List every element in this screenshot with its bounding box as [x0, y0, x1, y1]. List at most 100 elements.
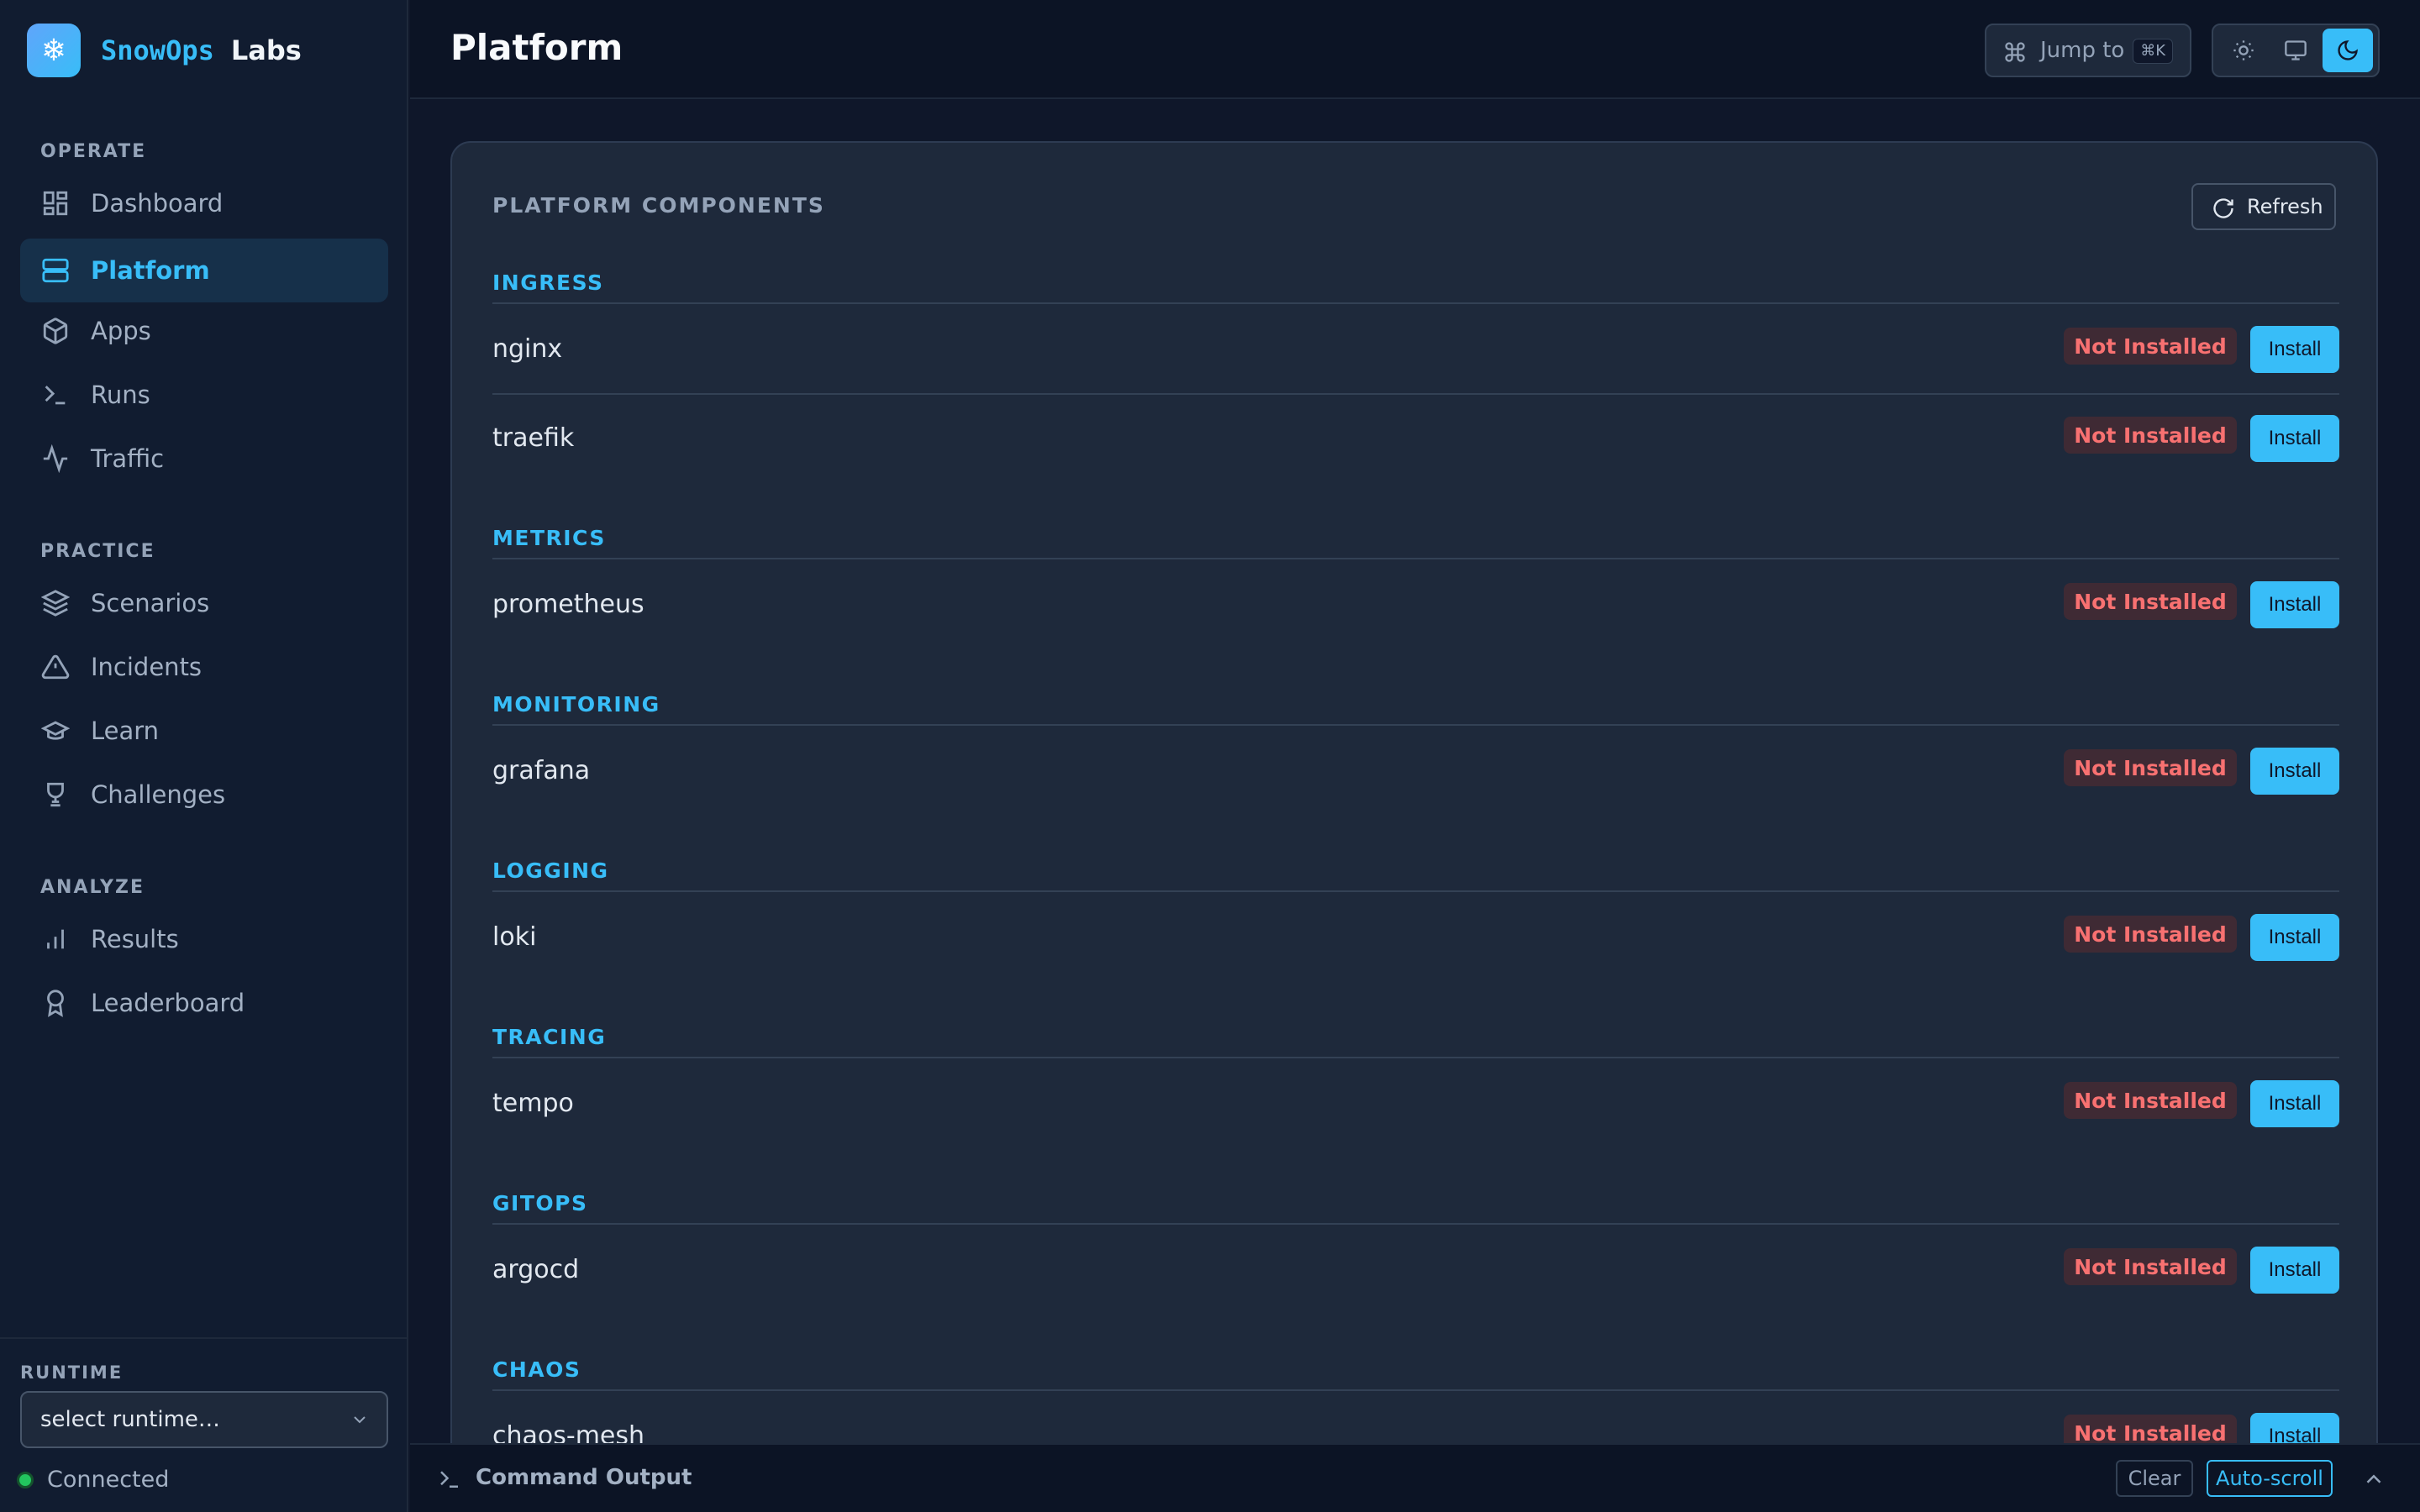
component-name: grafana: [492, 756, 591, 785]
sun-icon: [2233, 40, 2254, 60]
install-button[interactable]: Install: [2250, 415, 2339, 462]
status-badge: Not Installed: [2064, 916, 2237, 953]
status-dot-icon: [17, 1471, 34, 1488]
component-row-loki: loki Not Installed Install: [492, 894, 2339, 983]
sidebar-item-traffic[interactable]: Traffic: [20, 427, 388, 491]
sidebar-item-results[interactable]: Results: [20, 907, 388, 971]
sidebar-item-challenges[interactable]: Challenges: [20, 763, 388, 827]
component-name: argocd: [492, 1255, 580, 1284]
sidebar-item-label: Leaderboard: [91, 989, 245, 1017]
jump-to-button[interactable]: Jump to ⌘K: [1985, 24, 2191, 77]
alert-triangle-icon: [40, 652, 71, 682]
runtime-label: RUNTIME: [20, 1362, 124, 1383]
theme-switcher: [2212, 24, 2380, 77]
status-badge: Not Installed: [2064, 1082, 2237, 1119]
component-name: traefik: [492, 423, 575, 453]
sidebar-item-label: Traffic: [91, 444, 165, 473]
runtime-panel: RUNTIME select runtime… Connected: [0, 1337, 408, 1512]
jump-to-shortcut: ⌘K: [2133, 39, 2173, 64]
graduation-cap-icon: [40, 716, 71, 746]
sidebar-item-platform[interactable]: Platform: [20, 239, 388, 302]
brand-sub: Labs: [230, 34, 302, 66]
runtime-select-value: select runtime…: [40, 1407, 220, 1432]
install-button[interactable]: Install: [2250, 581, 2339, 628]
monitor-icon: [2285, 40, 2307, 60]
install-button[interactable]: Install: [2250, 748, 2339, 795]
connection-status: Connected: [17, 1467, 169, 1493]
group-header-tracing: TRACING: [492, 1025, 2339, 1058]
app-root: ❄ SnowOps Labs OPERATE Dashboard Platfor…: [0, 0, 2420, 1512]
sidebar-item-learn[interactable]: Learn: [20, 699, 388, 763]
component-row-tempo: tempo Not Installed Install: [492, 1060, 2339, 1149]
status-badge: Not Installed: [2064, 1248, 2237, 1285]
install-button[interactable]: Install: [2250, 326, 2339, 373]
component-name: tempo: [492, 1089, 574, 1118]
terminal-icon: [440, 1471, 458, 1488]
sidebar-item-dashboard[interactable]: Dashboard: [20, 171, 388, 235]
group-header-logging: LOGGING: [492, 858, 2339, 892]
group-header-chaos: CHAOS: [492, 1357, 2339, 1391]
theme-dark-button[interactable]: [2323, 29, 2373, 72]
sidebar-item-label: Runs: [91, 381, 150, 409]
package-icon: [40, 316, 71, 346]
refresh-icon: [2213, 198, 2233, 218]
auto-scroll-toggle[interactable]: Auto-scroll: [2207, 1460, 2333, 1497]
terminal-icon: [40, 380, 71, 410]
component-name: loki: [492, 922, 537, 952]
clear-button[interactable]: Clear: [2116, 1460, 2193, 1497]
refresh-button[interactable]: Refresh: [2191, 183, 2336, 230]
group-header-monitoring: MONITORING: [492, 692, 2339, 726]
sidebar-item-label: Learn: [91, 717, 160, 745]
component-row-chaos-mesh: chaos-mesh Not Installed Install: [492, 1393, 2339, 1443]
group-header-ingress: INGRESS: [492, 270, 2339, 304]
status-badge: Not Installed: [2064, 417, 2237, 454]
sidebar-item-incidents[interactable]: Incidents: [20, 635, 388, 699]
dashboard-icon: [40, 188, 71, 218]
sidebar-item-apps[interactable]: Apps: [20, 299, 388, 363]
runtime-select[interactable]: select runtime…: [20, 1391, 388, 1448]
section-label-operate: OPERATE: [40, 141, 147, 162]
activity-icon: [40, 444, 71, 474]
theme-system-button[interactable]: [2270, 29, 2321, 72]
sidebar-item-leaderboard[interactable]: Leaderboard: [20, 971, 388, 1035]
section-label-analyze: ANALYZE: [40, 877, 145, 898]
chevron-up-icon[interactable]: [2361, 1467, 2386, 1492]
snowflake-logo-icon: ❄: [27, 24, 81, 77]
component-row-traefik: traefik Not Installed Install: [492, 395, 2339, 484]
layers-icon: [40, 588, 71, 618]
status-badge: Not Installed: [2064, 749, 2237, 786]
component-name: nginx: [492, 334, 563, 364]
sidebar: ❄ SnowOps Labs OPERATE Dashboard Platfor…: [0, 0, 408, 1512]
chevron-down-icon: [354, 1416, 366, 1424]
sidebar-item-label: Results: [91, 925, 179, 953]
page-title: Platform: [450, 27, 623, 68]
status-badge: Not Installed: [2064, 583, 2237, 620]
platform-components-card: PLATFORM COMPONENTS Refresh INGRESS ngin…: [450, 141, 2378, 1443]
top-header: Platform Jump to ⌘K: [410, 0, 2420, 99]
status-badge: Not Installed: [2064, 1415, 2237, 1443]
sidebar-item-scenarios[interactable]: Scenarios: [20, 571, 388, 635]
brand-name: SnowOps: [101, 34, 214, 66]
component-row-grafana: grafana Not Installed Install: [492, 727, 2339, 816]
award-icon: [40, 988, 71, 1018]
install-button[interactable]: Install: [2250, 914, 2339, 961]
brand[interactable]: ❄ SnowOps Labs: [27, 24, 302, 77]
group-header-gitops: GITOPS: [492, 1191, 2339, 1225]
sidebar-item-label: Platform: [91, 256, 210, 285]
trophy-icon: [40, 780, 71, 810]
sidebar-item-label: Challenges: [91, 780, 226, 809]
component-name: prometheus: [492, 590, 644, 619]
component-row-argocd: argocd Not Installed Install: [492, 1226, 2339, 1315]
status-badge: Not Installed: [2064, 328, 2237, 365]
install-button[interactable]: Install: [2250, 1413, 2339, 1443]
moon-icon: [2338, 40, 2358, 60]
component-row-prometheus: prometheus Not Installed Install: [492, 561, 2339, 650]
bar-chart-icon: [40, 924, 71, 954]
command-output-title: Command Output: [476, 1465, 692, 1490]
install-button[interactable]: Install: [2250, 1080, 2339, 1127]
install-button[interactable]: Install: [2250, 1247, 2339, 1294]
group-header-metrics: METRICS: [492, 526, 2339, 559]
sidebar-item-runs[interactable]: Runs: [20, 363, 388, 427]
refresh-label: Refresh: [2247, 195, 2323, 218]
theme-light-button[interactable]: [2218, 29, 2269, 72]
